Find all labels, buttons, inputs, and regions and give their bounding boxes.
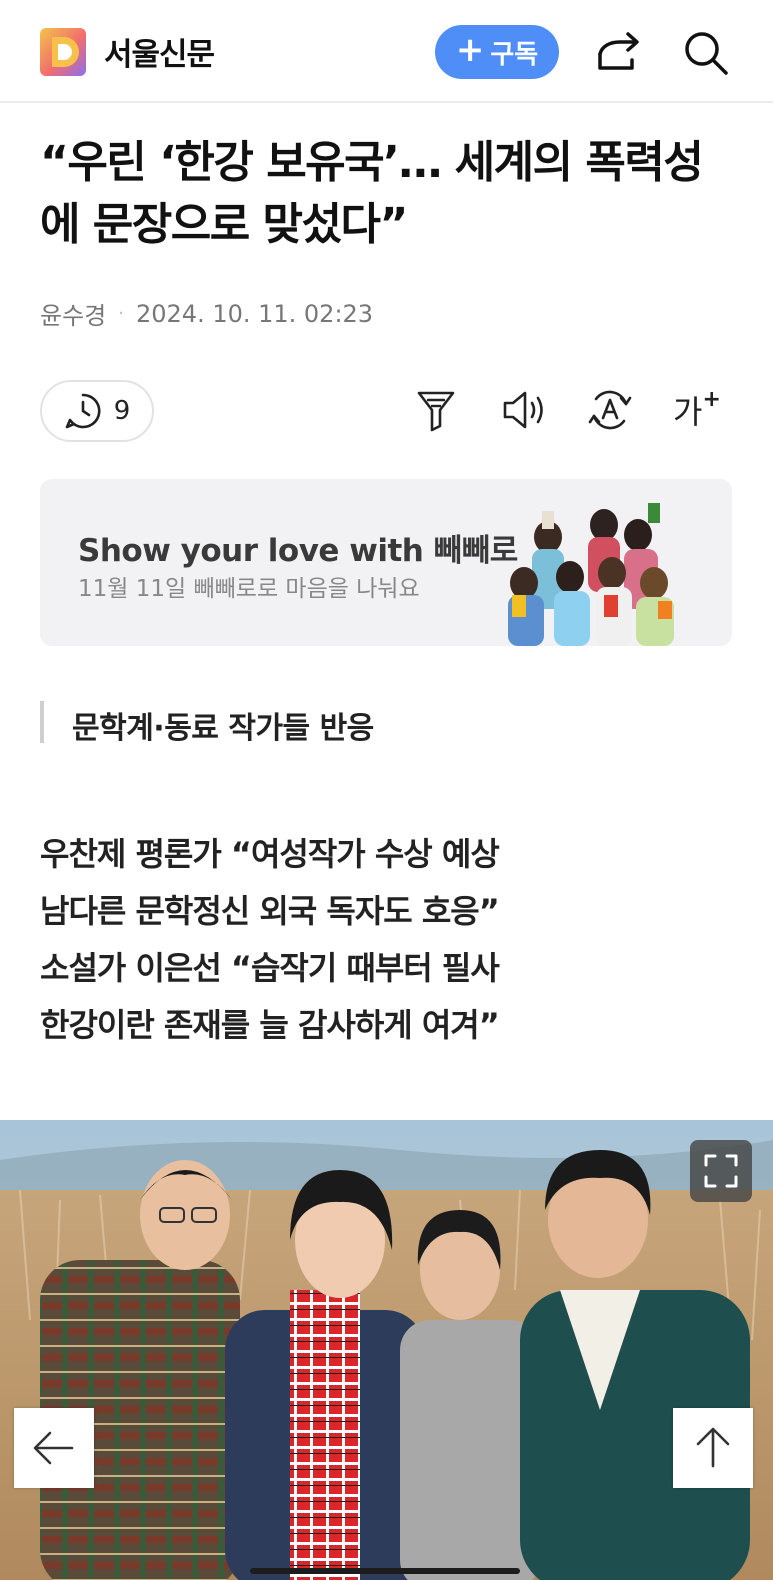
ad-group-photo [508, 503, 674, 646]
section-subheading: 문학계·동료 작가들 반응 [72, 711, 374, 746]
author-name[interactable]: 윤수경 [40, 296, 106, 331]
search-icon[interactable] [683, 30, 729, 76]
arrow-up-icon [696, 1427, 730, 1468]
comment-button[interactable]: 9 [40, 380, 154, 442]
summary-line: 한강이란 존재를 늘 감사하게 여겨” [40, 1006, 500, 1044]
expand-icon [704, 1154, 738, 1188]
publish-timestamp: 2024. 10. 11. 02:23 [135, 299, 374, 328]
summary-funnel-icon [417, 391, 455, 432]
home-indicator[interactable] [250, 1568, 520, 1574]
summary-button[interactable] [414, 386, 458, 434]
read-aloud-button[interactable] [500, 386, 550, 434]
comment-count: 9 [113, 396, 131, 426]
ad-banner[interactable]: Show your love with 빼빼로 11월 11일 빼빼로로 마음을… [40, 479, 732, 646]
brand-name[interactable]: 서울신문 [104, 29, 215, 74]
article-photo[interactable] [0, 1120, 773, 1580]
comment-clock-icon [65, 393, 101, 429]
article-headline: “우린 ‘한강 보유국’… 세계의 폭력성에 문장으로 맞섰다” [40, 137, 704, 250]
article-byline: 윤수경 · 2024. 10. 11. 02:23 [40, 296, 373, 331]
arrow-left-icon [33, 1431, 74, 1465]
subscribe-button[interactable]: + 구독 [435, 25, 559, 79]
plus-icon: + [455, 30, 485, 70]
scroll-top-button[interactable] [673, 1408, 753, 1488]
article-summary: 우찬제 평론가 “여성작가 수상 예상 남다른 문학정신 외국 독자도 호응” … [40, 826, 500, 1054]
font-size-icon: 가 [673, 393, 703, 431]
ad-title: Show your love with 빼빼로 [78, 533, 518, 569]
summary-line: 우찬제 평론가 “여성작가 수상 예상 [40, 835, 500, 873]
separator-dot: · [118, 303, 124, 324]
summary-line: 남다른 문학정신 외국 독자도 호응” [40, 892, 500, 930]
expand-photo-button[interactable] [690, 1140, 752, 1202]
translate-button[interactable] [588, 386, 632, 434]
subscribe-label: 구독 [490, 39, 539, 70]
speaker-icon [503, 391, 543, 429]
back-button[interactable] [14, 1408, 94, 1488]
font-size-button[interactable]: 가 + [672, 386, 722, 434]
ad-subtitle: 11월 11일 빼빼로로 마음을 나눠요 [78, 576, 420, 602]
translate-icon [588, 390, 632, 430]
group-portrait-image [0, 1120, 773, 1580]
top-header: D 서울신문 + 구독 [0, 0, 773, 103]
subheading-bar [40, 701, 44, 743]
daum-logo[interactable]: D [40, 28, 86, 76]
share-icon[interactable] [596, 30, 642, 74]
plus-superscript-icon: + [702, 386, 721, 412]
summary-line: 소설가 이은선 “습작기 때부터 필사 [40, 949, 500, 987]
